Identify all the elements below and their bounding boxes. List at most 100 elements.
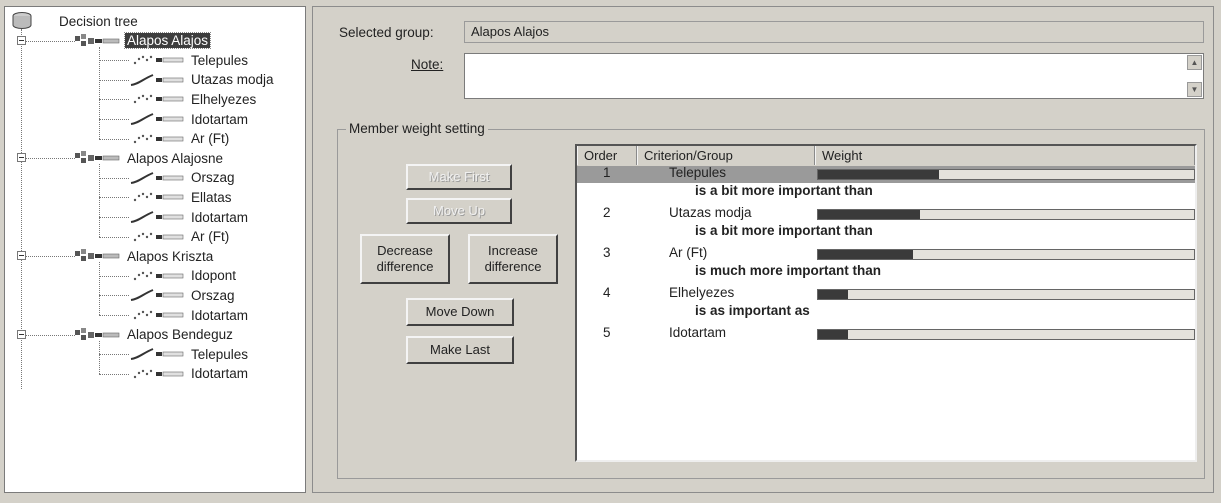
weight-bar-fill xyxy=(818,290,848,299)
tree-criterion-node[interactable]: Telepules xyxy=(129,344,250,364)
tree-criterion-node[interactable]: Utazas modja xyxy=(129,70,276,90)
criterion-icon xyxy=(133,95,184,104)
tree-criterion-node[interactable]: Ar (Ft) xyxy=(129,129,231,149)
weight-bar[interactable] xyxy=(817,289,1195,300)
column-header-criterion[interactable]: Criterion/Group xyxy=(637,146,815,165)
row-criterion[interactable]: Utazas modja xyxy=(669,205,752,220)
app-window: Decision tree Alapos Alajos Telepules Utaz… xyxy=(0,0,1221,503)
tree-criterion-node[interactable]: Telepules xyxy=(129,50,250,70)
tree-criterion-label: Idotartam xyxy=(191,307,249,323)
scroll-up-icon[interactable]: ▲ xyxy=(1187,55,1202,70)
relation-text: is a bit more important than xyxy=(695,223,873,238)
tree-criterion-label: Telepules xyxy=(191,52,249,68)
tree-criterion-node[interactable]: Ar (Ft) xyxy=(129,227,231,247)
scroll-down-icon[interactable]: ▼ xyxy=(1187,82,1202,97)
make-first-button[interactable]: Make First xyxy=(406,164,512,190)
row-order: 4 xyxy=(603,285,611,300)
tree-connector xyxy=(26,158,75,160)
tree-collapse-icon[interactable] xyxy=(17,251,26,261)
tree-criterion-node[interactable]: Idotartam xyxy=(129,305,250,325)
tree-collapse-icon[interactable] xyxy=(17,153,26,163)
tree-criterion-node[interactable]: Orszag xyxy=(129,168,237,188)
tree-criterion-label: Telepules xyxy=(191,346,249,362)
member-weight-groupbox: Member weight setting Make First Move Up… xyxy=(337,121,1205,479)
tree-group-label: Alapos Alajosne xyxy=(127,150,224,166)
criterion-icon xyxy=(130,73,184,86)
weight-bar[interactable] xyxy=(817,329,1195,340)
tree-connector xyxy=(26,40,75,42)
tree-connector xyxy=(99,295,129,297)
weight-bar-fill xyxy=(818,170,939,179)
tree-group-label: Alapos Kriszta xyxy=(127,248,214,264)
tree-connector xyxy=(99,340,100,374)
group-icon xyxy=(75,249,120,262)
tree-criterion-node[interactable]: Ellatas xyxy=(129,187,234,207)
tree-connector xyxy=(26,256,75,258)
selected-group-label: Selected group: xyxy=(339,25,434,40)
note-scrollbar[interactable]: ▲ ▼ xyxy=(1187,55,1202,97)
criterion-icon xyxy=(133,232,184,241)
column-header-order[interactable]: Order xyxy=(577,146,637,165)
tree-connector xyxy=(99,197,129,199)
tree-connector xyxy=(99,138,129,140)
tree-criterion-node[interactable]: Idotartam xyxy=(129,207,250,227)
tree-criterion-node[interactable]: Idotartam xyxy=(129,109,250,129)
weight-table[interactable]: Order Criterion/Group Weight 1 Telepules i… xyxy=(575,144,1197,462)
row-criterion[interactable]: Elhelyezes xyxy=(669,285,734,300)
tree-criterion-label: Utazas modja xyxy=(191,72,274,88)
weight-bar[interactable] xyxy=(817,169,1195,180)
criterion-icon xyxy=(130,348,184,361)
tree-criterion-label: Ar (Ft) xyxy=(191,229,230,245)
tree-criterion-label: Idotartam xyxy=(191,111,249,127)
table-header: Order Criterion/Group Weight xyxy=(577,146,1195,167)
move-up-button[interactable]: Move Up xyxy=(406,198,512,224)
criterion-icon xyxy=(130,211,184,223)
tree-group-label: Alapos Bendeguz xyxy=(127,327,233,343)
weight-bar[interactable] xyxy=(817,209,1195,220)
decision-tree-pane[interactable]: Decision tree Alapos Alajos Telepules Utaz… xyxy=(4,6,306,493)
row-criterion[interactable]: Telepules xyxy=(669,165,726,180)
row-criterion[interactable]: Ar (Ft) xyxy=(669,245,707,260)
tree-group-node[interactable]: Alapos Kriszta xyxy=(75,246,215,266)
database-icon xyxy=(12,12,32,29)
weight-bar-fill xyxy=(818,330,848,339)
make-last-button[interactable]: Make Last xyxy=(406,336,514,364)
tree-connector xyxy=(99,373,129,375)
row-order: 2 xyxy=(603,205,611,220)
tree-collapse-icon[interactable] xyxy=(17,35,26,45)
tree-criterion-label: Orszag xyxy=(191,287,235,303)
increase-difference-button[interactable]: Increase difference xyxy=(468,234,558,284)
note-textarea[interactable]: ▲ ▼ xyxy=(464,53,1204,99)
tree-connector xyxy=(99,79,129,81)
criterion-icon xyxy=(130,113,184,125)
relation-text: is much more important than xyxy=(695,263,882,278)
move-down-button[interactable]: Move Down xyxy=(406,298,514,326)
tree-criterion-node[interactable]: Orszag xyxy=(129,285,237,305)
group-icon xyxy=(75,33,120,46)
tree-group-node[interactable]: Alapos Alajos xyxy=(75,31,212,51)
criterion-icon xyxy=(133,193,184,202)
criterion-icon xyxy=(133,310,184,320)
tree-criterion-label: Idopont xyxy=(191,268,237,284)
tree-root[interactable]: Decision tree xyxy=(11,11,140,31)
row-criterion[interactable]: Idotartam xyxy=(669,325,726,340)
column-header-weight[interactable]: Weight xyxy=(815,146,1195,165)
tree-criterion-node[interactable]: Idopont xyxy=(129,266,238,286)
decrease-difference-button[interactable]: Decrease difference xyxy=(360,234,450,284)
tree-collapse-icon[interactable] xyxy=(17,329,26,339)
tree-group-node[interactable]: Alapos Alajosne xyxy=(75,148,225,168)
weight-bar-fill xyxy=(818,250,913,259)
tree-connector xyxy=(99,60,129,62)
tree-connector xyxy=(99,164,100,237)
row-order: 1 xyxy=(603,165,611,180)
tree-criterion-node[interactable]: Elhelyezes xyxy=(129,89,258,109)
tree-root-label: Decision tree xyxy=(59,13,138,29)
tree-criterion-node[interactable]: Idotartam xyxy=(129,364,250,384)
criterion-icon xyxy=(130,289,184,302)
tree-connector xyxy=(99,177,129,179)
group-icon xyxy=(75,327,120,340)
increase-difference-label-2: difference xyxy=(484,259,542,274)
tree-criterion-label: Elhelyezes xyxy=(191,91,257,107)
weight-bar[interactable] xyxy=(817,249,1195,260)
tree-criterion-label: Idotartam xyxy=(191,366,249,382)
